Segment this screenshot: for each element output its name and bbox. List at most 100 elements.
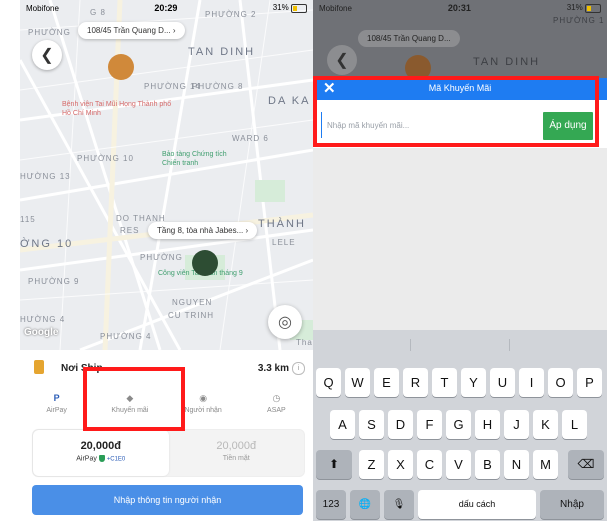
numbers-key[interactable]: 123 — [316, 490, 346, 519]
clock: 20:29 — [154, 3, 178, 13]
battery-icon — [584, 3, 601, 13]
key-e[interactable]: E — [374, 368, 399, 397]
shield-icon — [98, 455, 105, 462]
crosshair-icon: ◎ — [278, 314, 292, 331]
payment-selector: 20,000đ AirPay +C1E0 20,000đ Tiền mặt — [32, 429, 305, 477]
option-asap[interactable]: ◷ ASAP — [240, 388, 313, 422]
key-x[interactable]: X — [388, 450, 413, 479]
pay-airpay[interactable]: 20,000đ AirPay +C1E0 — [33, 430, 169, 476]
pickup-address-chip[interactable]: 108/45 Trần Quang D... › — [78, 22, 185, 39]
enter-recipient-button[interactable]: Nhập thông tin người nhận — [32, 485, 303, 515]
key-b[interactable]: B — [475, 450, 500, 479]
key-w[interactable]: W — [345, 368, 370, 397]
map-label: ỜNG 10 — [20, 238, 74, 250]
mic-key[interactable]: 🎙 — [384, 490, 414, 519]
google-logo: Google — [24, 327, 59, 338]
bag-icon — [34, 360, 44, 374]
map-label: TAN DINH — [473, 56, 541, 68]
key-p[interactable]: P — [577, 368, 602, 397]
key-v[interactable]: V — [446, 450, 471, 479]
map-label: 115 — [20, 215, 36, 224]
map-label: NGUYEN — [172, 298, 213, 307]
pay-cash[interactable]: 20,000đ Tiền mặt — [169, 430, 305, 476]
chevron-left-icon: ❮ — [335, 52, 349, 69]
map-label: PHƯỜNG 8 — [192, 82, 244, 91]
chevron-left-icon: ❮ — [40, 47, 54, 64]
map-label: PHƯỜNG 10 — [77, 154, 134, 163]
battery-status: 31% — [273, 3, 307, 13]
key-g[interactable]: G — [446, 410, 471, 439]
promo-code-screen: Mobifone 20:31 31% PHƯỜNG 1 TAN DINH 108… — [313, 0, 607, 521]
key-z[interactable]: Z — [359, 450, 384, 479]
shift-key[interactable]: ⬆ — [316, 450, 352, 479]
key-q[interactable]: Q — [316, 368, 341, 397]
carrier: Mobifone — [26, 3, 59, 13]
order-screen: Mobifone 20:29 31% PHƯỜNG 2 PHƯỜNG G 8 T… — [20, 0, 313, 521]
empty-area — [313, 148, 607, 330]
map-label: THÀNH — [258, 218, 306, 230]
status-bar: Mobifone 20:31 31% — [313, 0, 607, 16]
key-t[interactable]: T — [432, 368, 457, 397]
locate-me-button[interactable]: ◎ — [268, 305, 302, 339]
keyboard-row-2: A S D F G H J K L — [313, 410, 607, 440]
key-i[interactable]: I — [519, 368, 544, 397]
key-m[interactable]: M — [533, 450, 558, 479]
back-button[interactable]: ❮ — [32, 40, 62, 70]
key-j[interactable]: J — [504, 410, 529, 439]
status-bar: Mobifone 20:29 31% — [20, 0, 313, 16]
battery-icon — [290, 3, 307, 13]
key-f[interactable]: F — [417, 410, 442, 439]
map-label: LELE — [272, 238, 296, 247]
key-c[interactable]: C — [417, 450, 442, 479]
map-label: PHƯỜNG — [28, 28, 71, 37]
highlight-box-promotion — [83, 367, 185, 431]
key-n[interactable]: N — [504, 450, 529, 479]
bg-address-chip: 108/45 Trần Quang D... — [358, 30, 460, 47]
microphone-icon: 🎙 — [392, 499, 406, 510]
backspace-key[interactable]: ⌫ — [568, 450, 604, 479]
keyboard-suggestion-bar — [313, 330, 607, 360]
airpay-icon: P — [53, 393, 60, 403]
chevron-right-icon: › — [245, 226, 249, 235]
space-key[interactable]: dấu cách — [418, 490, 536, 519]
key-r[interactable]: R — [403, 368, 428, 397]
poi-museum: Bảo tàng Chứng tích Chiến tranh — [162, 151, 227, 167]
key-s[interactable]: S — [359, 410, 384, 439]
key-a[interactable]: A — [330, 410, 355, 439]
map-label: RES — [120, 226, 140, 235]
user-icon: ◉ — [199, 393, 208, 403]
map-label: WARD 6 — [232, 134, 269, 143]
key-y[interactable]: Y — [461, 368, 486, 397]
map-label: Tha — [296, 338, 313, 347]
globe-icon: 🌐 — [358, 499, 372, 510]
key-h[interactable]: H — [475, 410, 500, 439]
dimmed-map: Mobifone 20:31 31% PHƯỜNG 1 TAN DINH 108… — [313, 0, 607, 78]
map-label: PHƯỜNG 4 — [100, 332, 152, 341]
map-label: PHƯỜNG — [140, 253, 183, 262]
map-view[interactable]: Mobifone 20:29 31% PHƯỜNG 2 PHƯỜNG G 8 T… — [20, 0, 313, 350]
clock: 20:31 — [447, 3, 471, 13]
info-icon[interactable]: i — [292, 362, 305, 375]
map-label: DA KA — [268, 95, 311, 107]
enter-key[interactable]: Nhập — [540, 490, 604, 519]
highlight-box-promo-input — [313, 76, 599, 147]
dropoff-address-chip[interactable]: Tầng 8, tòa nhà Jabes... › — [148, 222, 258, 239]
key-k[interactable]: K — [533, 410, 558, 439]
key-l[interactable]: L — [562, 410, 587, 439]
poi-hospital: Bệnh viện Tai Mũi Họng Thành phố Hồ Chí … — [62, 101, 172, 117]
map-label: PHƯỜNG 9 — [28, 277, 80, 286]
chevron-right-icon: › — [172, 26, 176, 35]
globe-key[interactable]: 🌐 — [350, 490, 380, 519]
carrier: Mobifone — [319, 3, 352, 13]
key-u[interactable]: U — [490, 368, 515, 397]
dropoff-pin-icon — [192, 250, 218, 276]
keyboard: Q W E R T Y U I O P A S D F G H J K L ⬆ … — [313, 330, 607, 521]
back-button: ❮ — [327, 45, 357, 75]
map-label: HƯỜNG 4 — [20, 315, 66, 324]
map-label: CU TRINH — [168, 311, 215, 320]
keyboard-row-3: ⬆ Z X C V B N M ⌫ — [313, 450, 607, 480]
backspace-icon: ⌫ — [577, 457, 595, 471]
key-o[interactable]: O — [548, 368, 573, 397]
battery-status: 31% — [567, 3, 601, 13]
key-d[interactable]: D — [388, 410, 413, 439]
